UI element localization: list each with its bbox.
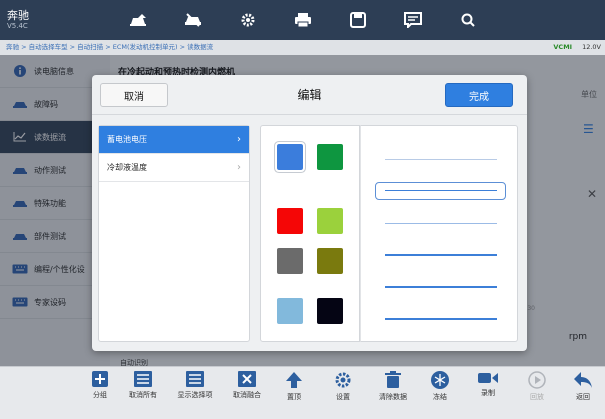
button-label: 分组 — [93, 391, 107, 399]
breadcrumb-path[interactable]: 奔驰 > 自动选择车型 > 自动扫描 > ECM(发动机控制单元) > 读数据流 — [6, 43, 213, 51]
version: V5.4C — [7, 22, 28, 30]
line-style-selected-frame[interactable] — [375, 182, 506, 200]
color-swatch-olive[interactable] — [317, 248, 343, 274]
save-icon[interactable] — [330, 0, 385, 40]
list-item-battery-voltage[interactable]: 蓄电池电压 › — [99, 126, 249, 154]
edit-dialog: 取消 编辑 完成 蓄电池电压 › 冷却液温度 › — [92, 75, 527, 351]
color-swatch-gray[interactable] — [277, 248, 303, 274]
color-palette — [260, 125, 360, 342]
button-label: 置顶 — [287, 393, 301, 401]
line-style-option[interactable] — [385, 254, 497, 256]
list-check-icon — [186, 371, 204, 387]
top-bar: 奔驰 V5.4C ? — [0, 0, 605, 366]
line-style-option[interactable] — [385, 190, 497, 191]
search-icon[interactable] — [440, 0, 495, 40]
message-icon[interactable] — [385, 0, 440, 40]
line-style-option[interactable] — [385, 159, 497, 160]
button-label: 清除数据 — [379, 393, 407, 401]
settings-icon — [335, 372, 351, 388]
line-style-list — [360, 125, 518, 342]
deselect-all-button[interactable]: 取消所有 — [120, 371, 166, 400]
bottom-toolbar: 分组 取消所有 显示选择项 取消融合 置顶 设置 清除数据 冻结 录制 回放 返… — [0, 366, 605, 419]
unmerge-button[interactable]: 取消融合 — [224, 371, 270, 400]
arrow-up-icon — [286, 372, 302, 388]
play-icon — [528, 371, 546, 389]
line-style-option[interactable] — [385, 286, 497, 288]
freeze-button[interactable]: 冻结 — [417, 371, 463, 402]
list-item-coolant-temp[interactable]: 冷却液温度 › — [99, 154, 249, 182]
parameter-list: 蓄电池电压 › 冷却液温度 › — [98, 125, 250, 342]
camera-icon — [478, 373, 498, 383]
button-label: 回放 — [530, 393, 544, 401]
color-swatch-black[interactable] — [317, 298, 343, 324]
brand: 奔驰 V5.4C — [0, 9, 100, 31]
snowflake-icon — [431, 371, 449, 389]
chevron-right-icon: › — [237, 162, 241, 173]
button-label: 设置 — [336, 393, 350, 401]
settings-button[interactable]: 设置 — [320, 371, 366, 402]
group-button[interactable]: 分组 — [77, 371, 123, 400]
button-label: 冻结 — [433, 393, 447, 401]
clear-data-button[interactable]: 清除数据 — [370, 371, 416, 402]
wrench-car-icon[interactable] — [165, 0, 220, 40]
vcmi-status: VCMI — [553, 43, 573, 51]
back-arrow-icon — [574, 372, 592, 388]
record-button[interactable]: 录制 — [465, 371, 511, 398]
plus-icon — [92, 371, 108, 387]
color-swatch-light-green[interactable] — [317, 208, 343, 234]
list-clear-icon — [134, 371, 152, 387]
back-button[interactable]: 返回 — [560, 371, 605, 402]
list-item-label: 蓄电池电压 — [107, 135, 147, 144]
trash-icon — [385, 371, 401, 388]
line-style-option[interactable] — [385, 223, 497, 224]
button-label: 取消所有 — [129, 391, 157, 399]
color-swatch-blue[interactable] — [275, 142, 305, 172]
button-label: 录制 — [481, 389, 495, 397]
color-swatch-red[interactable] — [277, 208, 303, 234]
unmerge-icon — [238, 371, 256, 387]
button-label: 返回 — [576, 393, 590, 401]
show-selected-button[interactable]: 显示选择项 — [172, 371, 218, 400]
line-style-option[interactable] — [385, 318, 497, 320]
done-button[interactable]: 完成 — [445, 83, 513, 107]
brand-name: 奔驰 — [7, 9, 29, 22]
printer-icon[interactable] — [275, 0, 330, 40]
list-item-label: 冷却液温度 — [107, 163, 147, 172]
gear-icon[interactable] — [220, 0, 275, 40]
car-home-icon[interactable] — [110, 0, 165, 40]
playback-button[interactable]: 回放 — [514, 371, 560, 402]
button-label: 取消融合 — [233, 391, 261, 399]
battery-voltage: 12.0V — [582, 43, 601, 51]
pin-top-button[interactable]: 置顶 — [271, 371, 317, 402]
color-swatch-light-blue[interactable] — [277, 298, 303, 324]
breadcrumb: 奔驰 > 自动选择车型 > 自动扫描 > ECM(发动机控制单元) > 读数据流… — [0, 40, 605, 55]
button-label: 显示选择项 — [177, 391, 213, 399]
dialog-header: 取消 编辑 完成 — [92, 75, 527, 115]
top-icons: ? — [110, 0, 605, 366]
chevron-right-icon: › — [237, 134, 241, 145]
color-swatch-green[interactable] — [317, 144, 343, 170]
